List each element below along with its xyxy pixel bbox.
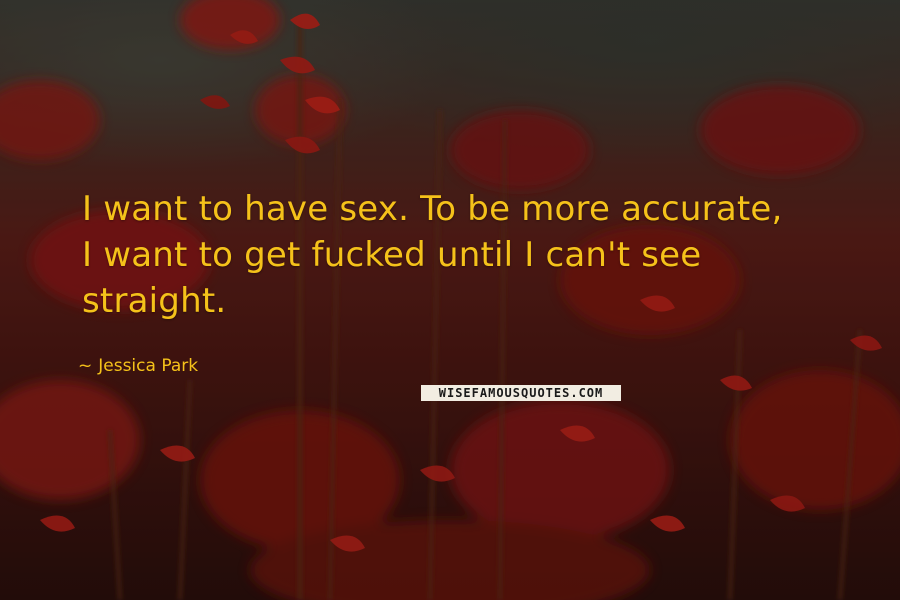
quote-block: I want to have sex. To be more accurate,… (82, 186, 862, 324)
quote-image: I want to have sex. To be more accurate,… (0, 0, 900, 600)
watermark-logo: WISEFAMOUSQUOTES.COM (421, 385, 621, 401)
author-name: Jessica Park (98, 356, 199, 376)
tilde-icon: ~ (78, 356, 93, 376)
author-attribution: ~ Jessica Park (78, 356, 198, 376)
quote-text: I want to have sex. To be more accurate,… (82, 189, 783, 321)
